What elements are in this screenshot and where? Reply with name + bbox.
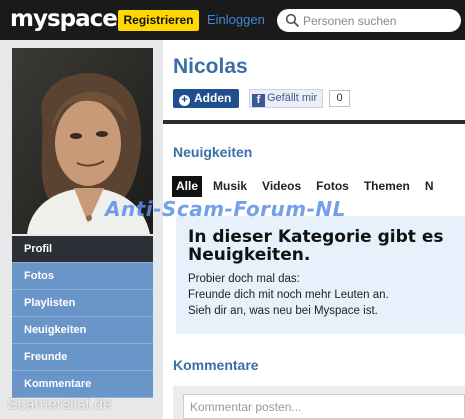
sidebar-item-freunde[interactable]: Freunde <box>12 344 153 371</box>
tab-videos[interactable]: Videos <box>258 176 305 197</box>
add-button-label: Adden <box>194 91 232 105</box>
tab-alle[interactable]: Alle <box>172 176 203 197</box>
myspace-logo[interactable]: myspace <box>10 6 118 32</box>
search-box[interactable] <box>277 9 461 32</box>
facebook-like-label: Gefällt mir <box>267 92 318 104</box>
sidebar-item-profil[interactable]: Profil <box>12 236 153 263</box>
plus-icon: + <box>179 95 190 106</box>
top-navigation-bar: myspace Registrieren Einloggen <box>0 0 465 40</box>
sidebar-item-kommentare[interactable]: Kommentare <box>12 371 153 398</box>
register-button[interactable]: Registrieren <box>118 10 199 31</box>
tab-more-truncated[interactable]: N <box>421 176 438 197</box>
sidebar-item-neuigkeiten[interactable]: Neuigkeiten <box>12 317 153 344</box>
tab-themen[interactable]: Themen <box>360 176 414 197</box>
facebook-icon: f <box>252 94 265 107</box>
news-filter-tabs: Alle Musik Videos Fotos Themen N <box>172 176 445 198</box>
suggestion-whats-new[interactable]: Sieh dir an, was neu bei Myspace ist. <box>188 305 378 317</box>
empty-news-heading: In dieser Kategorie gibt es Neuigkeiten. <box>188 228 465 264</box>
site-watermark: Scamerslist.de <box>7 396 112 413</box>
suggestion-add-friends[interactable]: Freunde dich mit noch mehr Leuten an. <box>188 289 389 301</box>
section-divider <box>163 120 465 124</box>
facebook-like-button[interactable]: f Gefällt mir <box>249 89 323 108</box>
comment-input[interactable] <box>183 394 465 419</box>
empty-news-heading-line2: Neuigkeiten. <box>188 245 311 264</box>
search-input[interactable] <box>303 12 453 29</box>
comments-section-title: Kommentare <box>173 357 259 373</box>
tab-musik[interactable]: Musik <box>209 176 251 197</box>
suggestion-intro: Probier doch mal das: <box>188 273 300 285</box>
facebook-like-count: 0 <box>329 90 350 107</box>
profile-sidebar-nav: Profil Fotos Playlisten Neuigkeiten Freu… <box>12 236 153 398</box>
empty-news-heading-line1: In dieser Kategorie gibt es <box>188 228 444 247</box>
login-link[interactable]: Einloggen <box>207 12 265 27</box>
search-icon <box>285 13 300 28</box>
forum-watermark: Anti-Scam-Forum-NL <box>105 197 346 221</box>
tab-fotos[interactable]: Fotos <box>312 176 353 197</box>
sidebar-item-playlisten[interactable]: Playlisten <box>12 290 153 317</box>
profile-name: Nicolas <box>173 55 248 78</box>
add-friend-button[interactable]: + Adden <box>173 89 239 108</box>
sidebar-item-fotos[interactable]: Fotos <box>12 263 153 290</box>
news-section-title: Neuigkeiten <box>173 144 253 160</box>
